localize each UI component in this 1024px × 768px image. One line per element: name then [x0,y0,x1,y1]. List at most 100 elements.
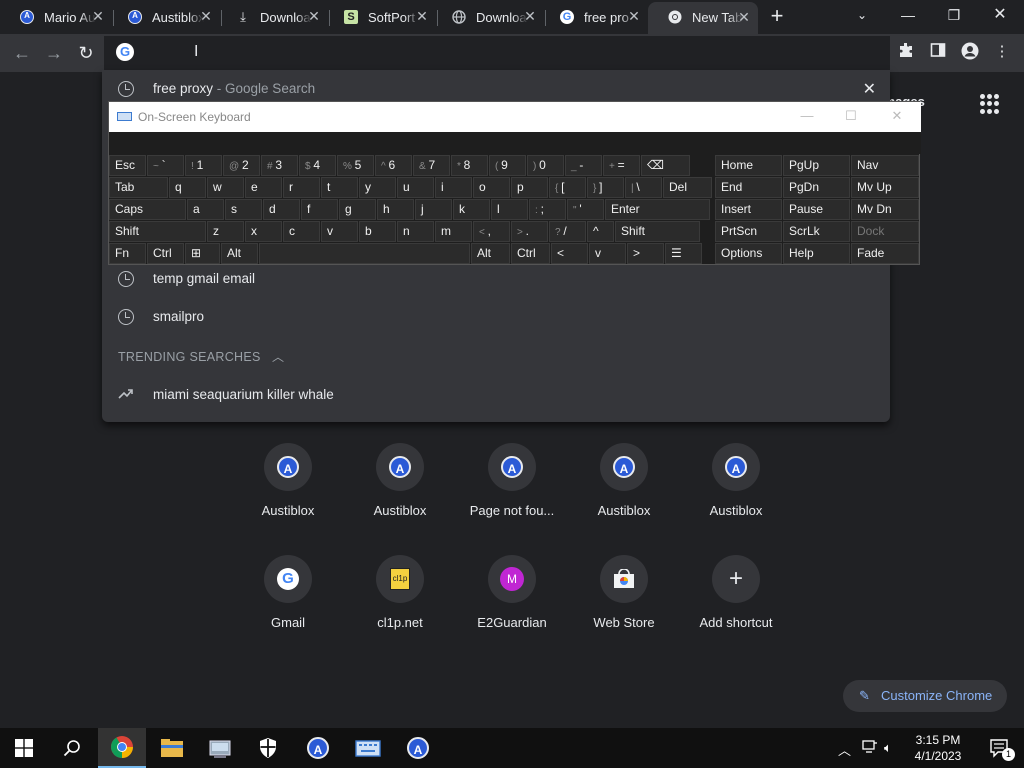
osk-key[interactable]: ^ [587,221,614,242]
taskbar-security[interactable] [244,728,292,768]
osk-key[interactable]: Mv Up [851,177,919,198]
osk-key[interactable]: g [339,199,376,220]
osk-key[interactable]: Alt [471,243,510,264]
chevron-up-icon[interactable]: ︿ [838,740,851,759]
shortcut-tile[interactable]: G Gmail [232,555,344,655]
osk-key[interactable]: + = [603,155,640,176]
close-icon[interactable]: ✕ [414,8,430,24]
osk-key[interactable]: p [511,177,548,198]
osk-key[interactable]: Del [663,177,712,198]
osk-key[interactable]: < [551,243,588,264]
close-icon[interactable]: ✕ [522,8,538,24]
osk-key[interactable]: ^ 6 [375,155,412,176]
osk-key[interactable]: Fn [109,243,146,264]
osk-key[interactable]: PrtScn [715,221,782,242]
osk-key[interactable]: c [283,221,320,242]
shortcut-tile[interactable]: + Add shortcut [680,555,792,655]
osk-key[interactable]: Ctrl [147,243,184,264]
close-icon[interactable]: ✕ [90,8,106,24]
osk-key[interactable]: : ; [529,199,566,220]
osk-key[interactable]: < , [473,221,510,242]
osk-key[interactable]: v [589,243,626,264]
osk-key[interactable]: Alt [221,243,258,264]
osk-key[interactable]: ( 9 [489,155,526,176]
osk-key[interactable]: * 8 [451,155,488,176]
start-button[interactable] [0,728,48,768]
osk-key[interactable]: m [435,221,472,242]
osk-key[interactable]: ☰ [665,243,702,264]
taskbar-app[interactable] [196,728,244,768]
osk-key[interactable]: Shift [109,221,206,242]
osk-key[interactable]: Caps [109,199,186,220]
osk-key[interactable]: ) 0 [527,155,564,176]
osk-key[interactable]: i [435,177,472,198]
osk-key[interactable]: n [397,221,434,242]
close-icon[interactable]: ✕ [736,9,752,25]
osk-key[interactable]: h [377,199,414,220]
apps-icon[interactable] [980,94,1000,114]
chevron-up-icon[interactable]: ︿ [272,348,284,365]
osk-key[interactable]: Dock [851,221,919,242]
osk-key[interactable]: % 5 [337,155,374,176]
osk-key[interactable]: x [245,221,282,242]
osk-key[interactable]: w [207,177,244,198]
osk-key[interactable]: ~ ` [147,155,184,176]
close-icon[interactable]: ✕ [306,8,322,24]
shortcut-tile[interactable]: A Austiblox [680,443,792,543]
address-input[interactable] [140,40,840,66]
osk-key[interactable]: v [321,221,358,242]
osk-key[interactable]: " ' [567,199,604,220]
osk-key[interactable]: Mv Dn [851,199,919,220]
tab-softportal[interactable]: S SoftPort ✕ [324,4,436,30]
minimize-button[interactable]: — [797,108,817,126]
osk-key[interactable]: Pause [783,199,850,220]
osk-key[interactable]: f [301,199,338,220]
tab-austiblox[interactable]: A Austiblox ✕ [108,4,220,30]
restore-button[interactable]: ❐ [932,0,976,30]
osk-key[interactable]: > [627,243,664,264]
osk-key[interactable]: k [453,199,490,220]
osk-key[interactable]: _ - [565,155,602,176]
osk-key[interactable]: z [207,221,244,242]
suggestion-item[interactable]: smailpro [102,298,890,336]
trending-item[interactable]: miami seaquarium killer whale [102,376,890,414]
osk-key[interactable]: ? / [549,221,586,242]
tab-search-button[interactable]: ⌄ [840,0,884,30]
menu-icon[interactable]: ⋮ [992,42,1012,62]
osk-key[interactable] [259,243,470,264]
osk-key[interactable]: Tab [109,177,168,198]
shortcut-tile[interactable]: cl1p cl1p.net [344,555,456,655]
profile-icon[interactable] [960,42,980,62]
osk-key[interactable]: & 7 [413,155,450,176]
osk-key[interactable]: r [283,177,320,198]
osk-key[interactable]: Enter [605,199,710,220]
reload-button[interactable]: ↻ [74,41,98,65]
taskbar-osk[interactable] [344,728,392,768]
osk-key[interactable]: o [473,177,510,198]
osk-key[interactable]: a [187,199,224,220]
osk-key[interactable]: d [263,199,300,220]
osk-key[interactable]: Shift [615,221,700,242]
osk-key[interactable]: @ 2 [223,155,260,176]
close-icon[interactable]: ✕ [626,8,642,24]
osk-key[interactable]: Nav [851,155,919,176]
side-panel-icon[interactable] [928,42,948,62]
shortcut-tile[interactable]: A Austiblox [232,443,344,543]
osk-key[interactable]: $ 4 [299,155,336,176]
osk-key[interactable]: Help [783,243,850,264]
close-button[interactable]: ✕ [887,108,907,126]
osk-key[interactable]: Home [715,155,782,176]
forward-button[interactable]: → [42,41,66,65]
maximize-button[interactable]: ☐ [841,108,861,126]
osk-key[interactable]: ! 1 [185,155,222,176]
tab-download-2[interactable]: Downloa ✕ [432,4,544,30]
osk-key[interactable]: Options [715,243,782,264]
remove-suggestion-button[interactable]: ✕ [863,79,876,99]
osk-key[interactable]: s [225,199,262,220]
osk-key[interactable]: Esc [109,155,146,176]
osk-key[interactable]: > . [511,221,548,242]
tab-new-tab[interactable]: New Tab ✕ [648,2,758,34]
osk-key[interactable]: u [397,177,434,198]
osk-key[interactable]: # 3 [261,155,298,176]
tab-mario[interactable]: A Mario Au ✕ [0,4,112,30]
